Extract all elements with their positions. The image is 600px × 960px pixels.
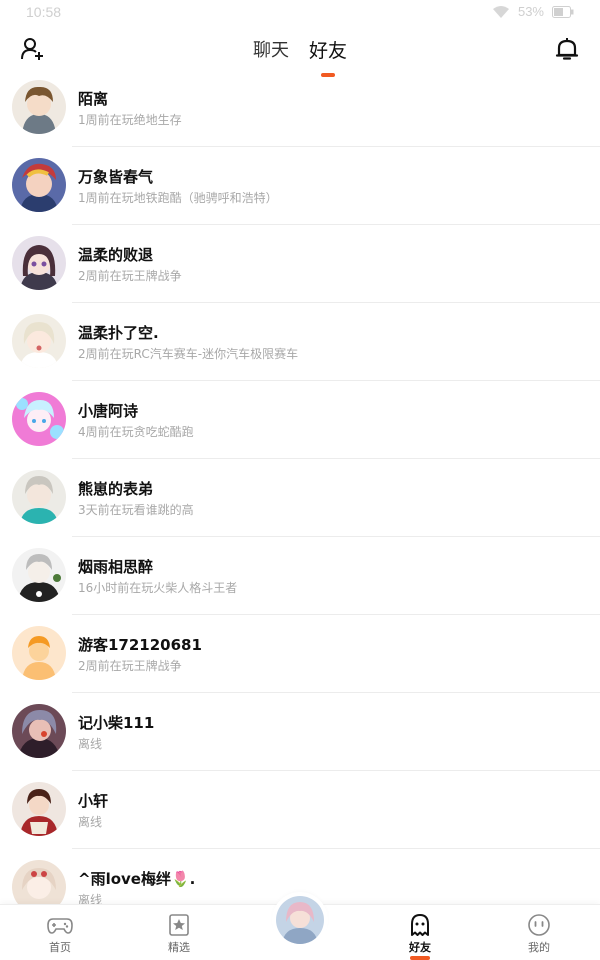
wifi-icon xyxy=(492,5,509,18)
notification-button[interactable] xyxy=(554,36,580,62)
friend-row[interactable]: 陌离 1周前在玩绝地生存 xyxy=(0,69,600,147)
friend-status: 2周前在玩RC汽车赛车-迷你汽车极限赛车 xyxy=(78,347,299,361)
friend-name: 陌离 xyxy=(78,90,109,108)
status-bar: 10:58 53% xyxy=(0,0,600,24)
avatar xyxy=(12,236,66,290)
battery-icon xyxy=(552,5,574,18)
friend-name: 温柔扑了空. xyxy=(78,324,159,342)
avatar xyxy=(12,80,66,134)
nav-me[interactable]: 我的 xyxy=(509,913,569,955)
avatar xyxy=(12,782,66,836)
friend-name: 记小柴111 xyxy=(78,714,155,732)
friend-name: 万象皆春气 xyxy=(78,168,154,186)
nav-me-label: 我的 xyxy=(528,941,550,954)
face-icon xyxy=(528,914,550,936)
avatar xyxy=(12,314,66,368)
tab-chat[interactable]: 聊天 xyxy=(251,36,291,63)
nav-friends-label: 好友 xyxy=(409,941,431,954)
friend-status: 16小时前在玩火柴人格斗王者 xyxy=(78,581,238,595)
avatar xyxy=(12,548,66,602)
friend-row[interactable]: 温柔的败退 2周前在玩王牌战争 xyxy=(0,225,600,303)
friend-row[interactable]: 万象皆春气 1周前在玩地铁跑酷（驰骋呼和浩特） xyxy=(0,147,600,225)
battery-percent: 53% xyxy=(517,4,544,19)
friend-status: 离线 xyxy=(78,815,103,829)
friend-row[interactable]: 游客172120681 2周前在玩王牌战争 xyxy=(0,615,600,693)
gamepad-icon xyxy=(47,918,73,934)
friend-name: 熊崽的表弟 xyxy=(78,480,154,498)
avatar xyxy=(12,704,66,758)
friend-row[interactable]: 烟雨相思醉 16小时前在玩火柴人格斗王者 xyxy=(0,537,600,615)
nav-featured-label: 精选 xyxy=(168,941,190,954)
friend-row[interactable]: 记小柴111 离线 xyxy=(0,693,600,771)
nav-featured[interactable]: 精选 xyxy=(149,913,209,955)
friend-list: 陌离 1周前在玩绝地生存 万象皆春气 1周前在玩地铁跑酷（驰骋呼和浩特） 温柔的… xyxy=(0,69,600,904)
friend-status: 2周前在玩王牌战争 xyxy=(78,659,182,673)
friend-status: 离线 xyxy=(78,893,103,904)
friend-row[interactable]: 温柔扑了空. 2周前在玩RC汽车赛车-迷你汽车极限赛车 xyxy=(0,303,600,381)
nav-active-indicator xyxy=(410,956,430,960)
friend-row[interactable]: 熊崽的表弟 3天前在玩看谁跳的高 xyxy=(0,459,600,537)
bell-icon xyxy=(555,38,579,60)
avatar xyxy=(12,626,66,680)
friend-status: 离线 xyxy=(78,737,103,751)
nav-center-avatar[interactable] xyxy=(275,895,325,945)
friend-status: 1周前在玩绝地生存 xyxy=(78,113,182,127)
avatar xyxy=(12,470,66,524)
friend-name: 烟雨相思醉 xyxy=(78,558,154,576)
avatar xyxy=(276,896,324,944)
status-right: 53% xyxy=(492,4,574,19)
tab-friends-label: 好友 xyxy=(308,40,347,62)
bottom-nav: 首页 精选 好友 我的 xyxy=(0,895,600,960)
friend-name: 小轩 xyxy=(78,792,109,810)
nav-friends[interactable]: 好友 xyxy=(390,913,450,960)
friend-name: 温柔的败退 xyxy=(78,246,154,264)
friend-name: 小唐阿诗 xyxy=(78,402,139,420)
avatar xyxy=(12,158,66,212)
star-card-icon xyxy=(169,914,189,936)
friend-status: 3天前在玩看谁跳的高 xyxy=(78,503,194,517)
avatar xyxy=(12,860,66,904)
friend-status: 4周前在玩贪吃蛇酷跑 xyxy=(78,425,194,439)
friend-row[interactable]: 小轩 离线 xyxy=(0,771,600,849)
avatar xyxy=(12,392,66,446)
nav-home-label: 首页 xyxy=(49,941,71,954)
friend-status: 1周前在玩地铁跑酷（驰骋呼和浩特） xyxy=(78,191,278,205)
friend-name: 游客172120681 xyxy=(78,636,202,654)
status-time: 10:58 xyxy=(26,4,62,20)
nav-home[interactable]: 首页 xyxy=(30,913,90,955)
top-tabs: 聊天 好友 xyxy=(0,36,600,77)
ghost-icon xyxy=(411,914,429,936)
tab-chat-label: 聊天 xyxy=(252,40,289,61)
friend-status: 2周前在玩王牌战争 xyxy=(78,269,182,283)
friend-row[interactable]: 小唐阿诗 4周前在玩贪吃蛇酷跑 xyxy=(0,381,600,459)
friend-name: ^雨love梅绊🌷. xyxy=(78,870,196,888)
tab-friends[interactable]: 好友 xyxy=(307,36,349,77)
